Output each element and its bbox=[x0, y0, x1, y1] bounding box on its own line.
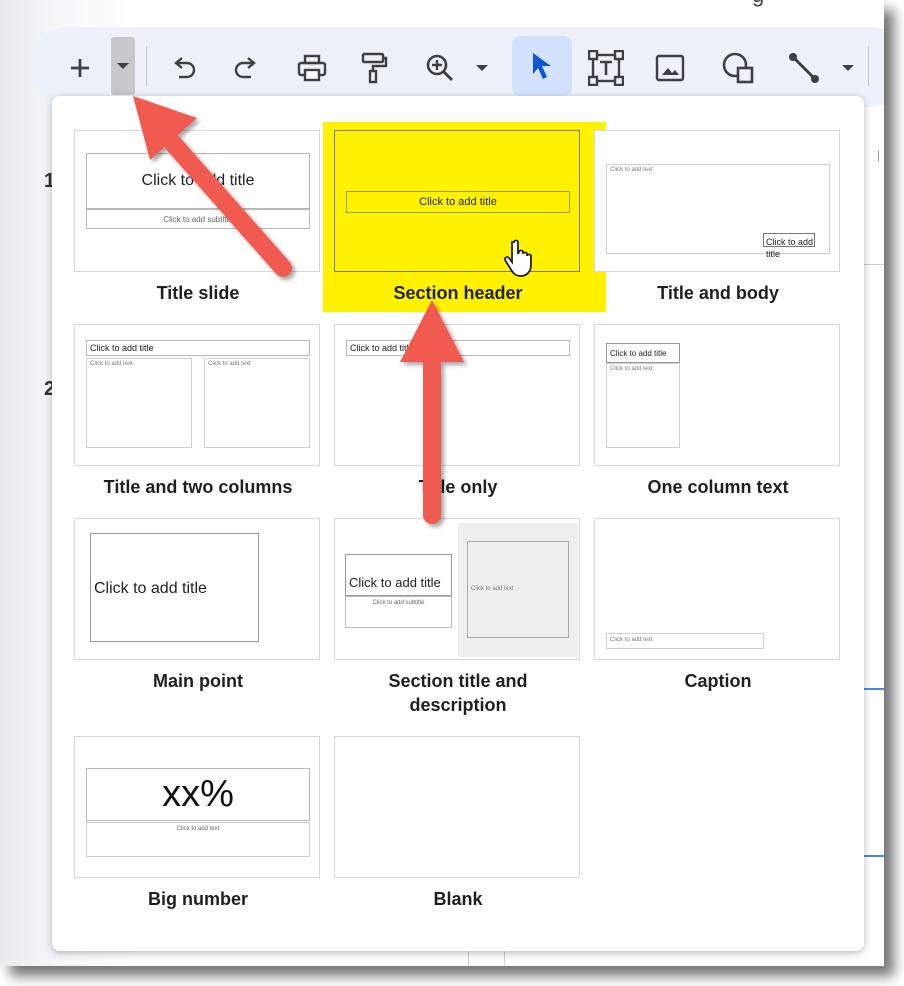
paint-roller-icon bbox=[361, 52, 388, 84]
body-placeholder-text: Click to add text bbox=[610, 167, 653, 173]
layout-dropdown-button[interactable] bbox=[111, 37, 135, 95]
layout-thumbnail-title-and-body[interactable]: Click to add text Click to add title bbox=[594, 130, 840, 272]
caret-down-icon bbox=[842, 65, 854, 71]
undo-icon bbox=[174, 57, 196, 79]
cursor-arrow-icon bbox=[533, 53, 551, 79]
column-1-placeholder: Click to add text bbox=[86, 358, 192, 448]
title-placeholder-text: Click to add title bbox=[94, 580, 207, 597]
body-placeholder: Click to add text bbox=[86, 822, 310, 857]
layout-label-big-number: Big number bbox=[147, 889, 248, 909]
paint-format-button[interactable] bbox=[356, 40, 392, 96]
title-placeholder-text: Click to add title bbox=[610, 349, 667, 358]
line-dropdown-button[interactable] bbox=[836, 40, 860, 96]
title-placeholder-text: Click to add title bbox=[766, 237, 814, 259]
layout-label-section-title-and-description: Section title and description bbox=[388, 671, 528, 715]
subtitle-placeholder: Click to add subtitle bbox=[86, 209, 310, 229]
plus-icon bbox=[71, 59, 89, 77]
title-placeholder-text: Click to add title bbox=[349, 575, 441, 590]
line-button[interactable] bbox=[784, 40, 824, 96]
layout-label-one-column-text: One column text bbox=[647, 477, 789, 497]
body-placeholder-text: Click to add text bbox=[471, 586, 514, 592]
zoom-in-icon bbox=[426, 54, 454, 82]
title-placeholder: Click to add title bbox=[606, 343, 680, 363]
layout-thumbnail-blank[interactable] bbox=[334, 736, 580, 878]
layout-thumbnail-title-only[interactable]: Click to add title bbox=[334, 324, 580, 466]
shape-button[interactable] bbox=[718, 40, 758, 96]
title-placeholder: xx% bbox=[86, 768, 310, 821]
toolbar-divider bbox=[868, 46, 869, 86]
title-placeholder-text: Click to add title bbox=[141, 172, 255, 189]
zoom-button[interactable] bbox=[422, 40, 458, 96]
app-window: g 1 2 bbox=[0, 0, 884, 966]
layout-thumbnail-title-slide[interactable]: Click to add title Click to add subtitle bbox=[74, 130, 320, 272]
body-placeholder-text: Click to add text bbox=[610, 637, 653, 643]
guide-line bbox=[862, 688, 884, 690]
title-placeholder-text: xx% bbox=[162, 773, 234, 815]
body-placeholder-text: Click to add text bbox=[610, 366, 653, 372]
layout-label-main-point: Main point bbox=[153, 671, 243, 691]
column-2-placeholder: Click to add text bbox=[204, 358, 310, 448]
print-icon bbox=[297, 54, 327, 82]
text-box-button[interactable] bbox=[586, 40, 626, 96]
redo-icon bbox=[234, 57, 256, 79]
layout-label-blank: Blank bbox=[433, 889, 483, 909]
title-placeholder-text: Click to add title bbox=[419, 196, 497, 208]
header-partial-text: g bbox=[752, 0, 764, 8]
title-placeholder: Click to add title bbox=[86, 153, 310, 209]
print-button[interactable] bbox=[294, 40, 330, 96]
layout-thumbnail-section-title-and-description[interactable]: Click to add title Click to add subtitle… bbox=[334, 518, 580, 660]
line-icon bbox=[789, 53, 819, 83]
layout-thumbnail-big-number[interactable]: xx% Click to add text bbox=[74, 736, 320, 878]
redo-button[interactable] bbox=[228, 40, 264, 96]
shape-icon bbox=[722, 52, 754, 84]
layout-label-caption: Caption bbox=[684, 671, 752, 691]
zoom-dropdown-button[interactable] bbox=[470, 40, 494, 96]
subtitle-placeholder: Click to add subtitle bbox=[345, 596, 452, 628]
title-placeholder-text: Click to add title bbox=[90, 343, 154, 353]
layout-thumbnail-main-point[interactable]: Click to add title bbox=[74, 518, 320, 660]
subtitle-placeholder-text: Click to add subtitle bbox=[372, 600, 425, 606]
title-placeholder-text: Click to add title bbox=[350, 343, 414, 353]
layout-label-section-header: Section header bbox=[393, 283, 523, 303]
image-icon bbox=[655, 54, 685, 82]
title-placeholder: Click to add title bbox=[346, 191, 570, 213]
description-panel: Click to add text bbox=[458, 523, 578, 657]
layout-label-title-and-two-columns: Title and two columns bbox=[103, 477, 293, 497]
layout-label-title-and-body: Title and body bbox=[657, 283, 779, 303]
layout-thumbnail-title-and-two-columns[interactable]: Click to add title Click to add text Cli… bbox=[74, 324, 320, 466]
toolbar-divider bbox=[146, 46, 147, 86]
layout-thumbnail-one-column-text[interactable]: Click to add title Click to add text bbox=[594, 324, 840, 466]
undo-button[interactable] bbox=[166, 40, 202, 96]
insert-image-button[interactable] bbox=[652, 40, 688, 96]
title-placeholder: Click to add title bbox=[346, 340, 570, 356]
subtitle-placeholder-text: Click to add subtitle bbox=[163, 214, 233, 224]
caret-down-icon bbox=[476, 65, 488, 71]
layout-label-title-only: Title only bbox=[418, 477, 498, 497]
body-placeholder: Click to add text bbox=[606, 633, 764, 649]
layout-thumbnail-section-header[interactable]: Click to add title bbox=[334, 130, 580, 272]
text-box-icon bbox=[588, 50, 624, 86]
column-1-placeholder-text: Click to add text bbox=[90, 361, 133, 367]
title-placeholder: Click to add title bbox=[345, 554, 452, 596]
title-placeholder: Click to add title bbox=[763, 233, 815, 259]
ruler-tick bbox=[878, 150, 879, 162]
layout-thumbnail-caption[interactable]: Click to add text bbox=[594, 518, 840, 660]
caret-down-icon bbox=[117, 63, 129, 69]
guide-line bbox=[862, 855, 884, 857]
title-placeholder: Click to add title bbox=[86, 340, 310, 356]
select-tool-button[interactable] bbox=[512, 36, 572, 96]
body-placeholder: Click to add text bbox=[606, 363, 680, 448]
title-placeholder: Click to add title bbox=[90, 533, 259, 642]
hand-pointer-icon bbox=[504, 239, 532, 277]
column-2-placeholder-text: Click to add text bbox=[208, 361, 251, 367]
new-slide-button[interactable] bbox=[62, 40, 98, 96]
body-placeholder-text: Click to add text bbox=[176, 826, 220, 832]
body-placeholder: Click to add text bbox=[467, 541, 569, 638]
layout-label-title-slide: Title slide bbox=[156, 283, 240, 303]
